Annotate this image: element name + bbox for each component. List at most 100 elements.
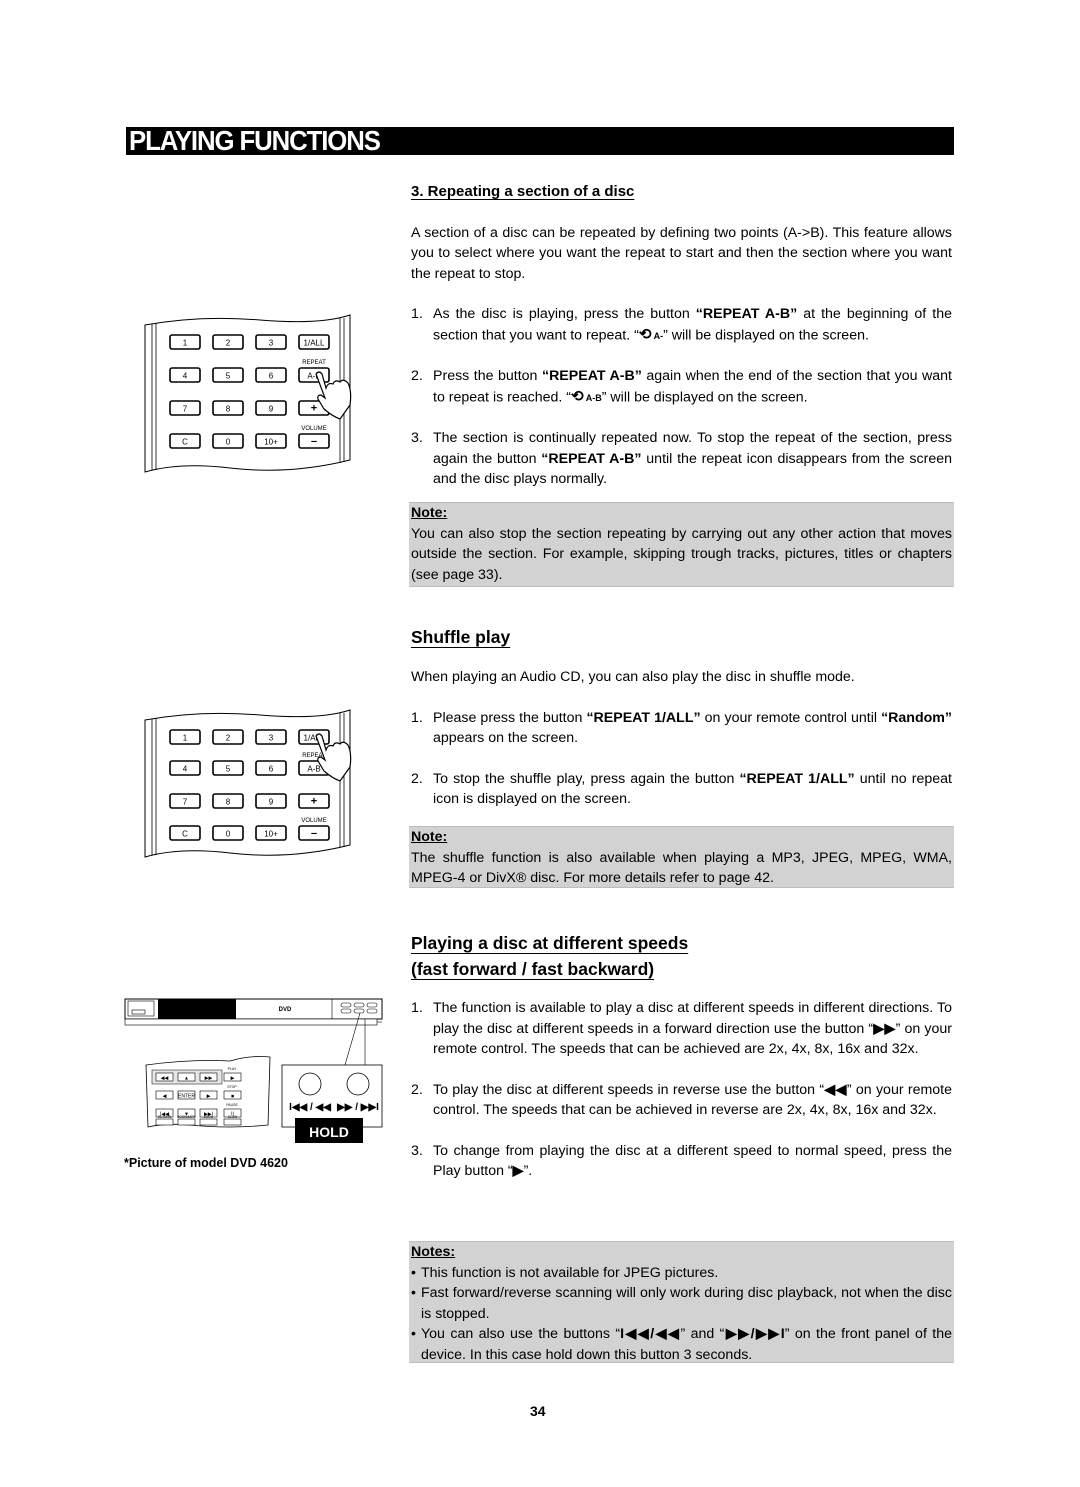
repeat-heading: 3. Repeating a section of a disc <box>411 183 635 200</box>
remote-navigation-illustration: ◀◀ ▲ ▶▶ ▶◀ ENTER ▶ ■I◀◀ ▼ ▶▶I IIPLAYSTOPPAUSERETU… <box>145 1056 271 1128</box>
keypad-key: – <box>298 433 330 449</box>
keypad-key: 8 <box>212 400 244 416</box>
shuffle-intro: When playing an Audio CD, you can also p… <box>411 669 855 685</box>
keypad-key: 6 <box>255 367 287 383</box>
keypad-key: 4 <box>169 760 201 776</box>
svg-text:–: – <box>311 436 317 448</box>
svg-text:1: 1 <box>183 734 188 743</box>
svg-text:1: 1 <box>183 339 188 348</box>
svg-text:◀◀: ◀◀ <box>161 1076 169 1082</box>
svg-text:2: 2 <box>226 339 231 348</box>
page-number: 34 <box>530 1403 546 1419</box>
play-icon: ▶ <box>512 1163 524 1179</box>
svg-text:2: 2 <box>226 734 231 743</box>
nav-label: STOP <box>227 1085 237 1089</box>
note-bullet: Fast forward/reverse scanning will only … <box>411 1283 952 1324</box>
svg-text:▶▶: ▶▶ <box>205 1076 213 1082</box>
dvd-player-illustration: DVD ◀◀ ▲ ▶▶ ▶◀ ENTER ▶ ■I◀◀ ▼ ▶▶I IIPLAYSTOPPAUSE… <box>124 998 383 1143</box>
shuffle-section: Shuffle play When playing an Audio CD, y… <box>411 624 952 810</box>
keypad-key: 9 <box>255 400 287 416</box>
nav-label: RETURN <box>158 1115 172 1119</box>
svg-text:▶: ▶ <box>231 1076 235 1082</box>
nav-key: ▶▶ <box>199 1072 218 1082</box>
svg-text:9: 9 <box>269 405 274 414</box>
svg-text:7: 7 <box>183 798 188 807</box>
speed-step-2: 2. To play the disc at different speeds … <box>411 1081 952 1119</box>
repeat-step-1: 1. As the disc is playing, press the but… <box>411 304 952 346</box>
speed-notes-box: Notes: This function is not available fo… <box>409 1241 954 1363</box>
svg-text:10+: 10+ <box>264 830 278 839</box>
svg-text:C: C <box>182 830 188 839</box>
svg-text:5: 5 <box>226 372 231 381</box>
repeat-intro: A section of a disc can be repeated by d… <box>411 224 952 282</box>
repeat-icon: ⟲ <box>571 387 584 405</box>
keypad-key: 0 <box>212 433 244 449</box>
svg-text:7: 7 <box>183 405 188 414</box>
keypad-key: 3 <box>255 729 287 745</box>
keypad-key: 7 <box>169 793 201 809</box>
note-text: The shuffle function is also available w… <box>411 849 952 887</box>
notes-label: Notes: <box>411 1244 456 1260</box>
skip-back-button <box>298 1072 322 1096</box>
svg-text:–: – <box>311 828 317 840</box>
repeat-ab-indicator: ⟲ A-B <box>571 387 602 405</box>
speed-step-3: 3. To change from playing the disc at a … <box>411 1142 952 1180</box>
nav-key: ◀◀ <box>155 1072 174 1082</box>
nav-key <box>199 1118 218 1126</box>
skip-back-label: I◀◀ / ◀◀ <box>289 1102 331 1113</box>
keypad-key: 2 <box>212 729 244 745</box>
note-label: Note: <box>411 505 448 521</box>
skip-back-icon: I◀◀/◀◀ <box>620 1326 681 1342</box>
svg-text:8: 8 <box>226 405 231 414</box>
repeat-section: 3. Repeating a section of a disc A secti… <box>411 182 952 490</box>
keypad-key: 6 <box>255 760 287 776</box>
shuffle-heading: Shuffle play <box>411 627 511 647</box>
svg-text:5: 5 <box>226 765 231 774</box>
svg-text:0: 0 <box>226 830 231 839</box>
svg-text:4: 4 <box>183 765 188 774</box>
speed-heading-line2: (fast forward / fast backward) <box>411 959 655 979</box>
svg-text:▶: ▶ <box>207 1094 211 1100</box>
svg-text:A-B: A-B <box>307 765 320 774</box>
nav-key: ENTER <box>177 1090 195 1100</box>
keypad-key: – <box>298 825 330 841</box>
svg-text:8: 8 <box>226 798 231 807</box>
note-bullet: You can also use the buttons “I◀◀/◀◀” an… <box>411 1324 952 1365</box>
keypad-key: 7 <box>169 400 201 416</box>
svg-text:ENTER: ENTER <box>178 1094 195 1100</box>
nav-label: PAUSE <box>226 1103 238 1107</box>
repeat-note-box: Note: You can also stop the section repe… <box>409 502 954 587</box>
svg-text:▲: ▲ <box>184 1076 189 1082</box>
nav-key: ▶ <box>223 1072 242 1082</box>
nav-label: BOOKMARK <box>177 1115 196 1119</box>
repeat-step-3: 3. The section is continually repeated n… <box>411 430 953 487</box>
svg-text:10+: 10+ <box>264 438 278 447</box>
keypad-key: A-B <box>298 367 330 383</box>
nav-key: ▲ <box>177 1072 196 1082</box>
keypad-key: 10+ <box>255 433 287 449</box>
svg-text:3: 3 <box>269 734 274 743</box>
volume-label: VOLUME <box>301 818 326 824</box>
keypad-key: 1/ALL <box>298 729 330 745</box>
svg-text:■: ■ <box>231 1094 234 1100</box>
svg-text:6: 6 <box>269 372 274 381</box>
shuffle-step-2: 2. To stop the shuffle play, press again… <box>411 770 952 808</box>
keypad-key: 2 <box>212 334 244 350</box>
note-text: You can also stop the section repeating … <box>411 525 952 583</box>
nav-key: ◀ <box>155 1090 174 1100</box>
remote-keypad-illustration-repeat-all: 1 2 3 1/ALL4 5 6 A-B7 8 9 +C 0 10+ –REPEATVOLUME <box>144 709 352 858</box>
nav-label: ZOOM <box>204 1115 214 1119</box>
nav-key: ▶ <box>199 1090 218 1100</box>
keypad-key: 1 <box>169 729 201 745</box>
keypad-key: 0 <box>212 825 244 841</box>
front-panel-skip-buttons: I◀◀ / ◀◀ ▶▶ / ▶▶I HOLD <box>281 1064 383 1143</box>
illustration-caption: *Picture of model DVD 4620 <box>124 1156 288 1170</box>
svg-text:0: 0 <box>226 438 231 447</box>
volume-label: VOLUME <box>301 426 326 432</box>
disc-logo: DVD <box>279 1007 292 1013</box>
note-label: Note: <box>411 829 448 845</box>
svg-text:3: 3 <box>269 339 274 348</box>
keypad-key: C <box>169 433 201 449</box>
nav-label: PLAY <box>228 1067 237 1071</box>
svg-text:6: 6 <box>269 765 274 774</box>
